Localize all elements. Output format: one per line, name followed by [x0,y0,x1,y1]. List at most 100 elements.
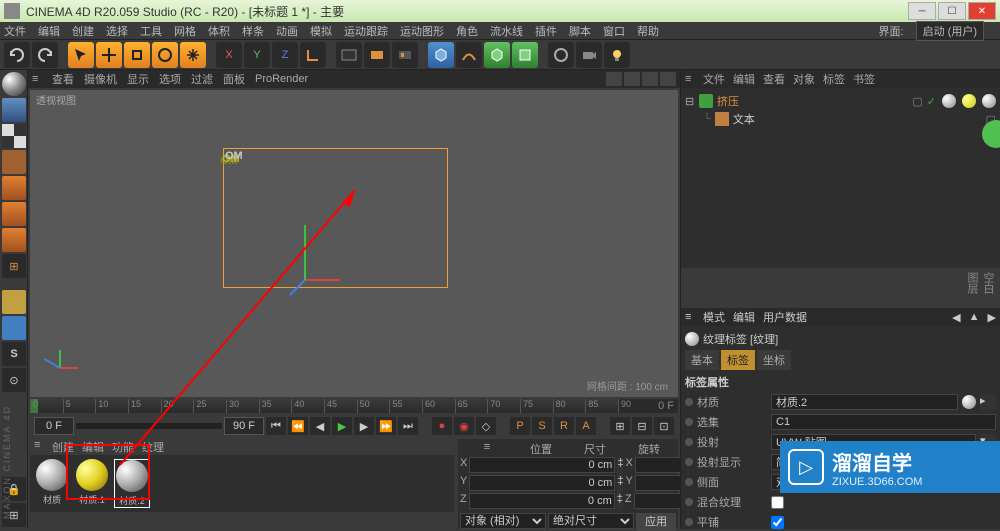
menu-track[interactable]: 运动跟踪 [344,23,388,39]
coord-system-button[interactable] [300,42,326,68]
menu-spline[interactable]: 样条 [242,23,264,39]
goto-end-button[interactable]: ⏭ [398,417,418,435]
close-button[interactable]: ✕ [968,2,996,20]
vp-nav-icon[interactable] [606,72,622,86]
material-item[interactable]: 材质.2 [114,459,150,508]
coord-pos-input[interactable] [469,457,615,473]
mat-tab-create[interactable]: 创建 [52,439,74,455]
attr-subtab[interactable]: 标签 [721,350,755,370]
recent-tool[interactable] [180,42,206,68]
attr-checkbox[interactable] [771,496,784,509]
attr-subtab[interactable]: 坐标 [757,350,791,370]
workplane-snap-button[interactable]: ⊙ [2,368,26,392]
texture-mode-button[interactable] [2,124,26,148]
make-editable-button[interactable] [2,72,26,96]
spline-tool-button[interactable] [456,42,482,68]
menu-file[interactable]: 文件 [4,23,26,39]
menu-plugins[interactable]: 插件 [535,23,557,39]
select-tool[interactable] [68,42,94,68]
attr-tab-mode[interactable]: 模式 [703,309,725,325]
menu-help[interactable]: 帮助 [637,23,659,39]
om-tab-view[interactable]: 查看 [763,71,785,87]
workplane-button[interactable] [2,150,26,174]
prev-frame-button[interactable]: ◀ [310,417,330,435]
viewport-perspective[interactable]: 透视视图 OM 网格间距 : 100 cm [30,90,678,397]
generator-button[interactable] [484,42,510,68]
menu-tools[interactable]: 工具 [140,23,162,39]
frame-start-input[interactable] [34,417,74,435]
undo-button[interactable] [4,42,30,68]
attr-tab-edit[interactable]: 编辑 [733,309,755,325]
scale-tool[interactable] [124,42,150,68]
menu-create[interactable]: 创建 [72,23,94,39]
object-manager[interactable]: ⊟ 挤压 ▢ ✓ └ 文本 ▢ [681,88,1000,268]
maximize-button[interactable]: ☐ [938,2,966,20]
vp-tab-camera[interactable]: 摄像机 [84,71,117,87]
object-row-text[interactable]: └ 文本 ▢ [685,110,996,128]
menu-mograph[interactable]: 运动图形 [400,23,444,39]
coord-pos-input[interactable] [469,475,615,491]
menu-volume[interactable]: 体积 [208,23,230,39]
deformer-button[interactable] [512,42,538,68]
attr-anim-dot-icon[interactable] [685,458,693,466]
spinner-icon[interactable]: ‡ [617,493,623,511]
vp-tab-prorender[interactable]: ProRender [255,73,308,85]
texture-tag-icon[interactable] [962,94,976,108]
layout-select[interactable]: 启动 (用户) [916,21,984,41]
vp-tab-options[interactable]: 选项 [159,71,181,87]
attr-anim-dot-icon[interactable] [685,418,693,426]
attr-subtab[interactable]: 基本 [685,350,719,370]
redo-button[interactable] [32,42,58,68]
coord-apply-button[interactable]: 应用 [636,513,676,531]
menu-character[interactable]: 角色 [456,23,478,39]
axis-z-button[interactable]: Z [272,42,298,68]
texture-tag-icon[interactable] [942,94,956,108]
play-button[interactable]: ▶ [332,417,352,435]
key-rot-button[interactable]: R [554,417,574,435]
goto-start-button[interactable]: ⏮ [266,417,286,435]
om-tab-file[interactable]: 文件 [703,71,725,87]
texture-tag-icon[interactable] [982,94,996,108]
om-tab-bookmarks[interactable]: 书签 [853,71,875,87]
polygon-mode-button[interactable] [2,228,26,252]
attr-nav-prev-icon[interactable]: ◀ [952,311,960,324]
axis-mode-button[interactable]: ⊞ [2,254,26,278]
attr-nav-up-icon[interactable]: ▲ [969,311,980,323]
environment-button[interactable] [548,42,574,68]
mat-tab-texture[interactable]: 纹理 [142,439,164,455]
viewport-solo-button[interactable] [2,316,26,340]
camera-button[interactable] [576,42,602,68]
object-axis-gizmo[interactable] [285,220,345,300]
attr-value-input[interactable] [771,394,958,410]
vp-tab-view[interactable]: 查看 [52,71,74,87]
menu-edit[interactable]: 编辑 [38,23,60,39]
rotate-tool[interactable] [152,42,178,68]
keyframe-sel-button[interactable]: ◇ [476,417,496,435]
attr-anim-dot-icon[interactable] [685,498,693,506]
vp-tab-filter[interactable]: 过滤 [191,71,213,87]
mat-tab-edit[interactable]: 编辑 [82,439,104,455]
render-settings-button[interactable] [392,42,418,68]
vp-nav-icon[interactable] [624,72,640,86]
frame-end-input[interactable] [224,417,264,435]
axis-x-button[interactable]: X [216,42,242,68]
render-view-button[interactable] [336,42,362,68]
menu-pipeline[interactable]: 流水线 [490,23,523,39]
menu-animate[interactable]: 动画 [276,23,298,39]
key-pos-button[interactable]: P [510,417,530,435]
point-mode-button[interactable] [2,176,26,200]
vp-nav-icon[interactable] [642,72,658,86]
next-frame-button[interactable]: ▶ [354,417,374,435]
menu-script[interactable]: 脚本 [569,23,591,39]
menu-mesh[interactable]: 网格 [174,23,196,39]
material-ball-icon[interactable] [962,395,976,409]
pb-opt2-button[interactable]: ⊟ [632,417,652,435]
vp-tab-panel[interactable]: 面板 [223,71,245,87]
object-name[interactable]: 文本 [733,111,755,127]
attr-anim-dot-icon[interactable] [685,518,693,526]
key-param-button[interactable]: A [576,417,596,435]
object-row-extrude[interactable]: ⊟ 挤压 ▢ ✓ [685,92,996,110]
menu-simulate[interactable]: 模拟 [310,23,332,39]
snap-button[interactable]: S [2,342,26,366]
attr-picker-button[interactable]: ▸ [980,394,996,410]
